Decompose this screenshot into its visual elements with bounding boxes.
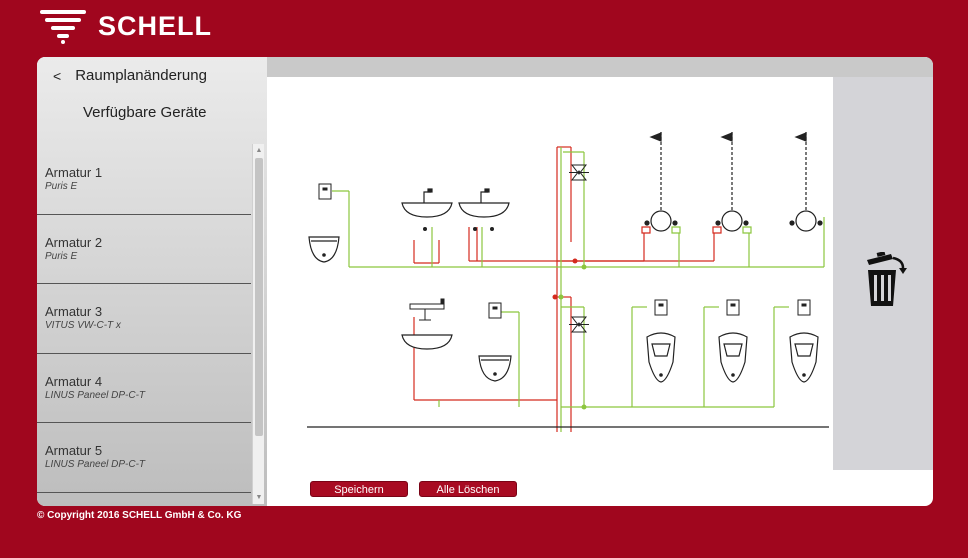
device-name: Armatur 4 — [45, 373, 103, 389]
device-model: Puris E — [45, 181, 78, 192]
washbasin-icon — [401, 334, 453, 350]
junction-dot — [558, 294, 564, 300]
wc-icon — [478, 355, 512, 382]
scroll-down-icon[interactable]: ▼ — [253, 491, 265, 504]
fitting-dot — [423, 227, 427, 231]
device-name: Armatur 2 — [45, 234, 103, 250]
fitting-dot — [473, 227, 477, 231]
junction-dot — [581, 264, 587, 270]
device-model: Puris E — [45, 250, 78, 262]
room-plan-canvas[interactable] — [299, 77, 833, 470]
junction-dot — [552, 294, 558, 300]
device-name: Armatur 5 — [45, 443, 103, 458]
main-panel: < Raumplanänderung Verfügbare Geräte Arm… — [37, 57, 933, 506]
valve-icon — [569, 316, 589, 333]
shower-icon — [789, 132, 823, 232]
junction-dot — [581, 404, 587, 410]
washbasin-icon — [458, 188, 510, 218]
back-button[interactable]: < Raumplanänderung — [53, 67, 207, 84]
urinal-icon — [646, 332, 676, 383]
shower-icon — [712, 132, 752, 234]
control-box-icon — [654, 299, 668, 316]
device-model: LINUS Paneel DP-C-T — [45, 459, 146, 470]
device-list-scrollbar[interactable]: ▲ ▼ — [252, 144, 264, 504]
device-list: Armatur 1 Puris E Armatur 2 Puris E Arma… — [37, 145, 251, 493]
device-item[interactable]: Armatur 1 Puris E — [37, 145, 251, 215]
junction-dot — [572, 258, 578, 264]
control-box-icon — [797, 299, 811, 316]
brand-logo: SCHELL — [40, 8, 212, 44]
device-name: Armatur 3 — [45, 304, 103, 319]
sidebar-title: Raumplanänderung — [75, 67, 207, 84]
urinal-icon — [718, 332, 748, 383]
device-item[interactable]: Armatur 4 LINUS Paneel DP-C-T — [37, 354, 251, 423]
control-box-icon — [488, 302, 502, 319]
device-model: LINUS Paneel DP-C-T — [45, 389, 146, 401]
device-item[interactable]: Armatur 2 Puris E — [37, 215, 251, 284]
device-item[interactable]: Armatur 3 VITUS VW-C-T x — [37, 284, 251, 354]
canvas-header-strip — [267, 57, 933, 77]
scroll-thumb[interactable] — [255, 158, 263, 436]
wc-icon — [308, 236, 340, 263]
clear-all-button[interactable]: Alle Löschen — [419, 481, 517, 497]
trash-drop-zone[interactable] — [833, 77, 933, 470]
device-name: Armatur 1 — [45, 165, 103, 180]
urinal-icon — [789, 332, 819, 383]
plumbing-schematic — [307, 132, 829, 432]
washbasin-icon — [401, 188, 453, 218]
valve-icon — [569, 164, 589, 181]
sidebar: < Raumplanänderung Verfügbare Geräte Arm… — [37, 57, 267, 506]
brand-name: SCHELL — [98, 10, 212, 41]
copyright-footer: © Copyright 2016 SCHELL GmbH & Co. KG — [37, 510, 242, 521]
thermostat-mixer-icon — [409, 298, 445, 321]
available-devices-heading: Verfügbare Geräte — [83, 104, 207, 121]
shower-icon — [641, 132, 681, 234]
back-arrow-icon[interactable]: < — [53, 68, 61, 84]
fitting-dot — [490, 227, 494, 231]
device-item[interactable]: Armatur 5 LINUS Paneel DP-C-T — [37, 423, 251, 493]
save-button[interactable]: Speichern — [310, 481, 408, 497]
device-model: VITUS VW-C-T x — [45, 320, 121, 331]
control-box-icon — [726, 299, 740, 316]
trash-icon[interactable] — [863, 252, 907, 308]
control-box-icon — [318, 183, 332, 200]
schell-logo-icon — [40, 10, 86, 44]
scroll-up-icon[interactable]: ▲ — [253, 144, 265, 157]
